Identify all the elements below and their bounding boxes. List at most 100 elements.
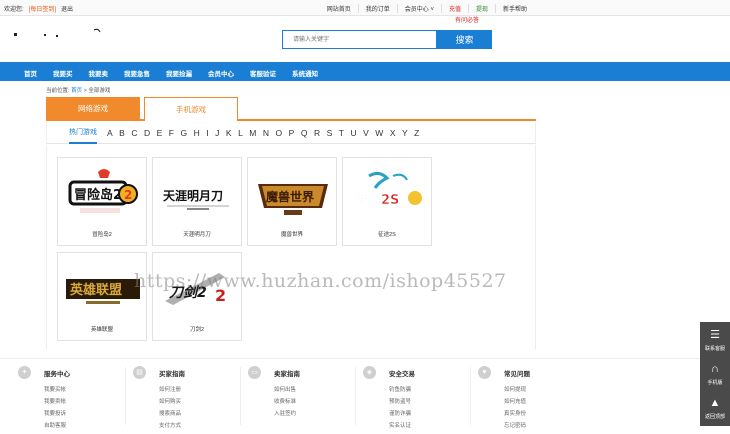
game-name: 英雄联盟 (90, 327, 113, 333)
letter-d[interactable]: D (144, 128, 150, 138)
footer-link[interactable]: 如何提现 (504, 385, 526, 393)
newbie-help-link[interactable]: 新手帮助 (494, 4, 534, 13)
letter-r[interactable]: R (314, 128, 320, 138)
footer-divider (355, 367, 356, 425)
game-grid: 冒险岛2 2 冒险岛2 天涯明月刀 天涯明月刀 魔兽世界 魔兽世界 征途2S 征… (46, 145, 536, 350)
search-button[interactable]: 搜索 (437, 30, 492, 49)
mobile-version-button[interactable]: ∩ 手机版 (700, 358, 730, 392)
letter-g[interactable]: G (181, 128, 188, 138)
footer-link[interactable]: 我要卖帐 (44, 397, 66, 405)
footer-link[interactable]: 实名认证 (389, 421, 411, 429)
logo-text-tianya: 天涯明月刀 (163, 189, 223, 203)
footer-link[interactable]: 搜索商品 (159, 409, 181, 417)
footer-link[interactable]: 钓鱼防骗 (389, 385, 411, 393)
back-to-top-button[interactable]: ▲ 返回顶部 (700, 392, 730, 426)
letter-o[interactable]: O (276, 128, 283, 138)
game-name: 冒险岛2 (92, 232, 112, 238)
nav-service-verify[interactable]: 客服验证 (250, 68, 276, 78)
footer-link[interactable]: 预防盗号 (389, 397, 411, 405)
footer-link[interactable]: 入驻签约 (274, 409, 296, 417)
letter-l[interactable]: L (238, 128, 243, 138)
footer-link[interactable]: 如何购买 (159, 397, 181, 405)
hot-games-filter[interactable]: 热门游戏 (69, 127, 97, 144)
breadcrumb-separator: > (83, 88, 87, 94)
letter-filter: 热门游戏 A B C D E F G H I J K L M N O P Q R… (46, 122, 536, 144)
letter-i[interactable]: I (206, 128, 208, 138)
member-center-dropdown[interactable]: 会员中心 ˅ (396, 4, 441, 13)
site-home-link[interactable]: 网站首页 (320, 4, 358, 13)
recharge-link[interactable]: 充值 (440, 4, 468, 13)
game-card-wow[interactable]: 魔兽世界 魔兽世界 (247, 157, 337, 246)
letter-e[interactable]: E (157, 128, 163, 138)
letter-x[interactable]: X (390, 128, 396, 138)
game-card-lol[interactable]: 英雄联盟 英雄联盟 (57, 252, 147, 341)
letter-z[interactable]: Z (414, 128, 419, 138)
withdraw-link[interactable]: 提现 (467, 4, 495, 13)
letter-a[interactable]: A (107, 128, 113, 138)
game-card-tianya[interactable]: 天涯明月刀 天涯明月刀 (152, 157, 242, 246)
footer-link[interactable]: 自助客服 (44, 421, 66, 429)
game-name: 征途2S (378, 232, 396, 238)
nav-buy[interactable]: 我要买 (53, 68, 73, 78)
footer-link[interactable]: 我要买帐 (44, 385, 66, 393)
search-bar: 搜索 (282, 30, 494, 49)
watermark-url: https://www.huzhan.com/ishop45527 (134, 270, 507, 292)
footer-link[interactable]: 如何充值 (504, 397, 526, 405)
breadcrumb-prefix: 当前位置: (46, 88, 70, 94)
footer-link[interactable]: 收费标准 (274, 397, 296, 405)
footer-col-buyer: ▤ 买家指南 如何注册 如何购买 搜索商品 支付方式 (125, 365, 243, 430)
game-name: 刀剑2 (189, 327, 205, 333)
letter-s[interactable]: S (327, 128, 333, 138)
letter-f[interactable]: F (169, 128, 174, 138)
footer-title: 买家指南 (159, 371, 185, 378)
letter-p[interactable]: P (289, 128, 295, 138)
footer-link[interactable]: 忘记密码 (504, 421, 526, 429)
contact-service-button[interactable]: ☰ 联系客服 (700, 324, 730, 358)
letter-b[interactable]: B (119, 128, 125, 138)
letter-v[interactable]: V (363, 128, 369, 138)
nav-bargain[interactable]: 我要捡漏 (166, 68, 192, 78)
footer-link[interactable]: 如何注册 (159, 385, 181, 393)
footer-link[interactable]: 谨防诈骗 (389, 409, 411, 417)
nav-urgent-sell[interactable]: 我要急售 (124, 68, 150, 78)
footer-link[interactable]: 我要投诉 (44, 409, 66, 417)
site-logo[interactable] (14, 26, 104, 46)
letter-n[interactable]: N (263, 128, 269, 138)
nav-member-center[interactable]: 会员中心 (208, 68, 234, 78)
letter-h[interactable]: H (194, 128, 200, 138)
footer-link[interactable]: 真实身份 (504, 409, 526, 417)
footer-link[interactable]: 如何出售 (274, 385, 296, 393)
letter-m[interactable]: M (249, 128, 256, 138)
search-input[interactable] (282, 30, 437, 49)
logo-text-lol: 英雄联盟 (69, 282, 122, 298)
logout-link[interactable]: 退出 (61, 4, 73, 13)
letter-u[interactable]: U (350, 128, 356, 138)
tab-mobile-games[interactable]: 手机游戏 (144, 97, 238, 121)
nav-home[interactable]: 首页 (24, 68, 37, 78)
daily-signin-link[interactable]: [每日签到] (29, 4, 56, 13)
tab-online-games[interactable]: 网络游戏 (46, 97, 140, 121)
letter-t[interactable]: T (339, 128, 344, 138)
main-nav: 首页 我要买 我要卖 我要急售 我要捡漏 会员中心 客服验证 系统通知 (0, 62, 730, 81)
footer-title: 安全交易 (389, 371, 415, 378)
logo-text-wow: 魔兽世界 (266, 189, 314, 204)
game-name: 魔兽世界 (280, 232, 303, 238)
letter-k[interactable]: K (226, 128, 232, 138)
letter-q[interactable]: Q (301, 128, 308, 138)
game-card-maoxiandao2[interactable]: 冒险岛2 2 冒险岛2 (57, 157, 147, 246)
breadcrumb-home[interactable]: 首页 (71, 88, 82, 94)
game-card-daojian2[interactable]: 刀剑2 2 刀剑2 (152, 252, 242, 341)
footer-divider (470, 367, 471, 425)
side-label: 返回顶部 (704, 414, 725, 420)
footer-divider (240, 367, 241, 425)
letter-j[interactable]: J (215, 128, 219, 138)
letter-y[interactable]: Y (402, 128, 408, 138)
faq-link[interactable]: 有问必答 (455, 15, 479, 24)
my-orders-link[interactable]: 我的订单 (357, 4, 397, 13)
footer-link[interactable]: 支付方式 (159, 421, 181, 429)
game-card-zhengtu[interactable]: 征途2S 征途2S (342, 157, 432, 246)
nav-system-notice[interactable]: 系统通知 (292, 68, 318, 78)
nav-sell[interactable]: 我要卖 (89, 68, 109, 78)
letter-c[interactable]: C (131, 128, 137, 138)
letter-w[interactable]: W (375, 128, 383, 138)
